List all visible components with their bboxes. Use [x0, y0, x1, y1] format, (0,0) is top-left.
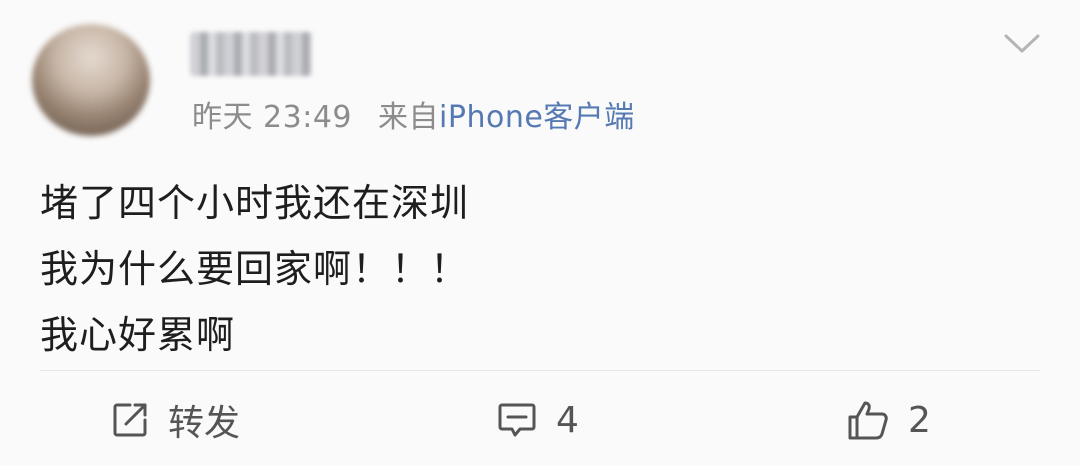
weibo-post-card: 昨天 23:49 来自iPhone客户端 堵了四个小时我还在深圳 我为什么要回家…: [0, 0, 1080, 466]
post-content: 堵了四个小时我还在深圳 我为什么要回家啊！！！ 我心好累啊: [40, 170, 469, 368]
post-content-line: 堵了四个小时我还在深圳: [40, 181, 470, 225]
post-source: 来自iPhone客户端: [378, 100, 635, 135]
divider: [40, 370, 1040, 371]
like-button[interactable]: 2: [846, 392, 931, 448]
repost-button[interactable]: 转发: [110, 392, 240, 448]
username-blurred[interactable]: [190, 32, 312, 76]
repost-label: 转发: [168, 403, 241, 444]
post-source-prefix: 来自: [378, 100, 440, 135]
post-time: 昨天 23:49: [192, 100, 352, 135]
thumbs-up-icon: [846, 398, 890, 442]
post-meta: 昨天 23:49 来自iPhone客户端: [192, 92, 635, 136]
share-icon: [110, 400, 150, 440]
comment-button[interactable]: 4: [496, 392, 579, 448]
post-source-app[interactable]: iPhone客户端: [439, 100, 635, 135]
action-bar: 转发 4 2: [0, 392, 1080, 448]
avatar[interactable]: [32, 24, 150, 136]
comment-icon: [496, 400, 538, 440]
chevron-down-icon[interactable]: [1002, 30, 1042, 58]
post-content-line: 我为什么要回家啊！！！: [40, 247, 470, 291]
like-count: 2: [908, 399, 931, 441]
comment-count: 4: [556, 399, 579, 441]
post-content-line: 我心好累啊: [40, 313, 236, 357]
